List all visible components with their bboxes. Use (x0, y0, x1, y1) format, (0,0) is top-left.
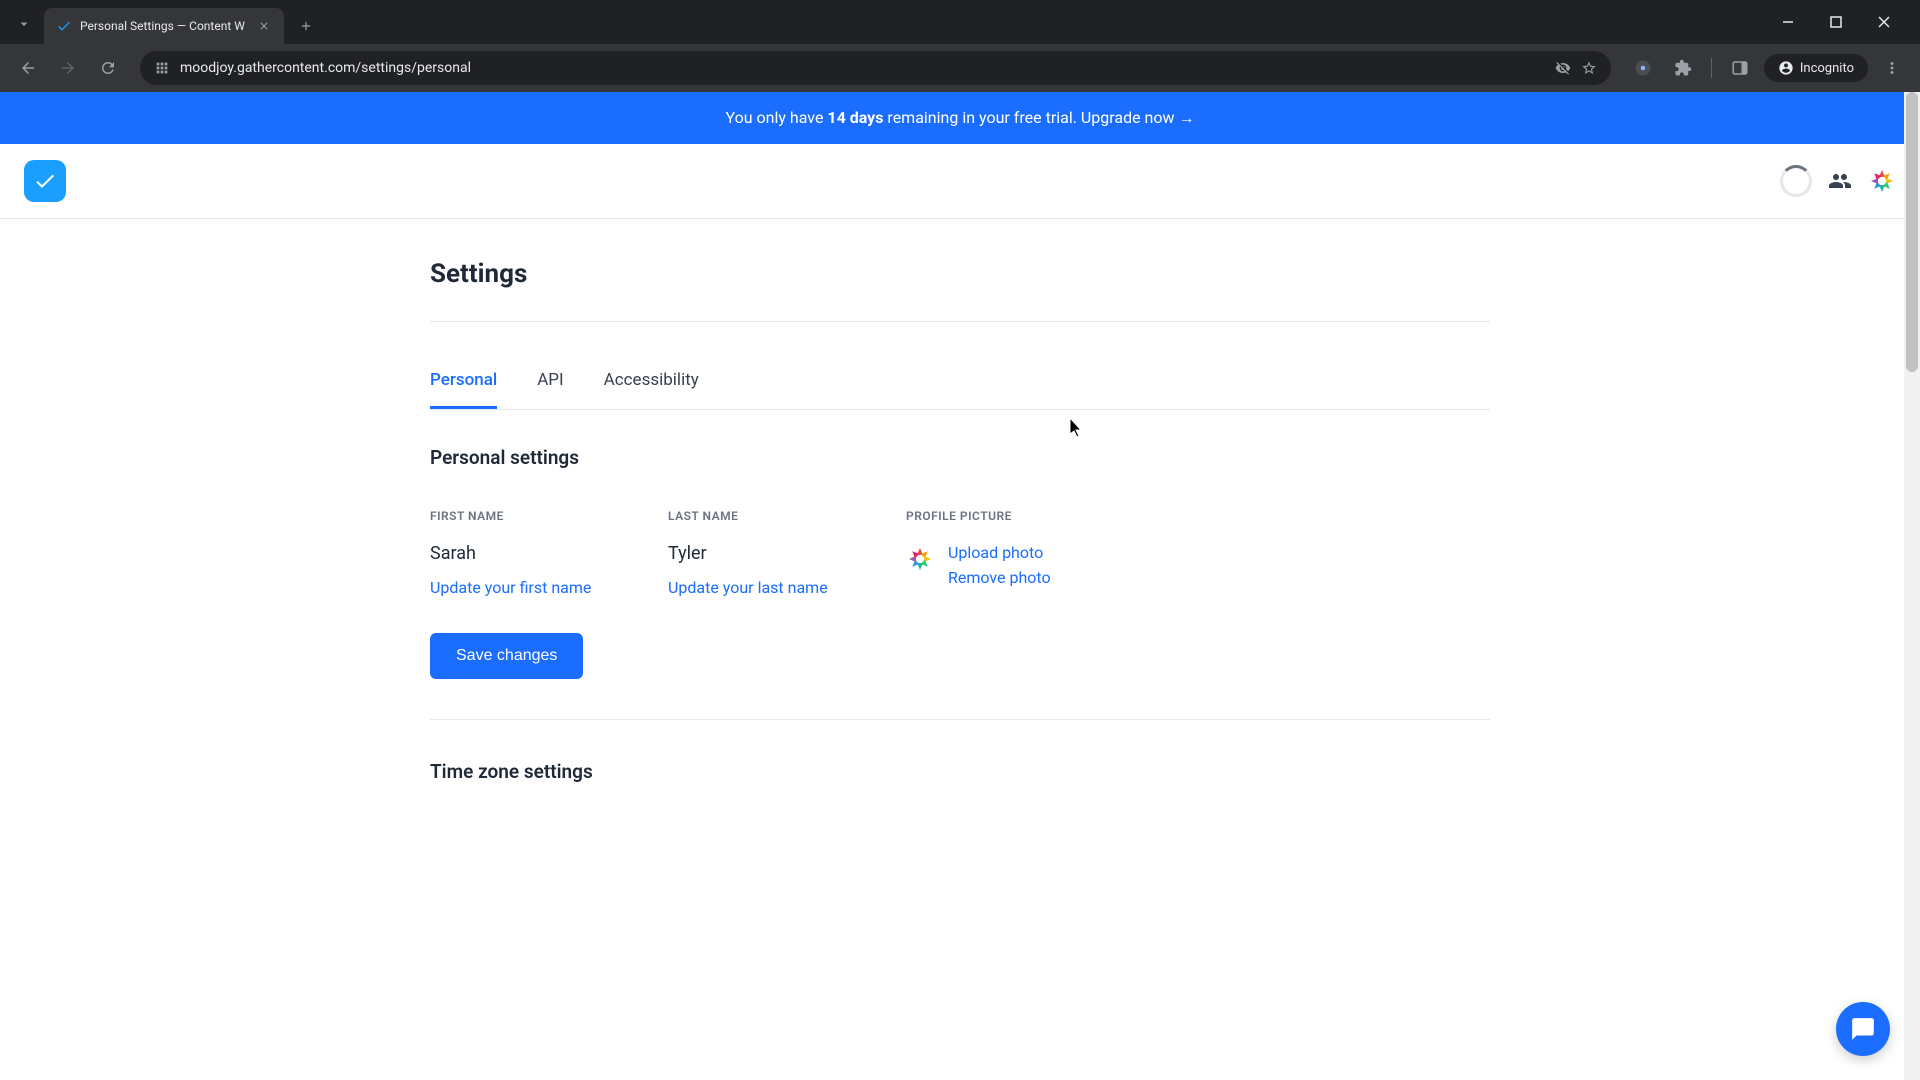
window-minimize-button[interactable] (1768, 8, 1808, 36)
window-controls (1768, 8, 1912, 36)
profile-picture-label: PROFILE PICTURE (906, 509, 1096, 523)
window-close-button[interactable] (1864, 8, 1904, 36)
people-icon[interactable] (1828, 169, 1852, 193)
eye-off-icon[interactable] (1555, 60, 1571, 76)
banner-suffix: remaining in your free trial. Upgrade no… (883, 108, 1194, 127)
header-actions (1780, 165, 1896, 197)
extensions-icon[interactable] (1667, 52, 1699, 84)
profile-picture-icon (906, 545, 934, 573)
first-name-value: Sarah (430, 543, 620, 564)
address-bar[interactable]: moodjoy.gathercontent.com/settings/perso… (140, 51, 1611, 85)
bookmark-star-icon[interactable] (1581, 60, 1597, 76)
personal-form-row: FIRST NAME Sarah Update your first name … (430, 509, 1490, 597)
loading-spinner-icon (1780, 165, 1812, 197)
browser-toolbar: moodjoy.gathercontent.com/settings/perso… (0, 44, 1920, 92)
remove-photo-link[interactable]: Remove photo (948, 568, 1051, 587)
site-settings-icon[interactable] (154, 60, 170, 76)
upload-photo-link[interactable]: Upload photo (948, 543, 1051, 562)
tab-search-dropdown[interactable] (8, 8, 40, 40)
content-area: Settings Personal API Accessibility Pers… (320, 219, 1600, 863)
first-name-label: FIRST NAME (430, 509, 620, 523)
incognito-badge[interactable]: Incognito (1764, 54, 1868, 82)
section-divider (430, 719, 1490, 720)
tab-personal[interactable]: Personal (430, 370, 497, 409)
settings-tabs: Personal API Accessibility (430, 370, 1490, 410)
nav-back-button[interactable] (12, 52, 44, 84)
scrollbar-thumb[interactable] (1906, 92, 1918, 372)
section-timezone-title: Time zone settings (430, 760, 1490, 783)
page-viewport: You only have 14 days remaining in your … (0, 92, 1920, 1080)
trial-banner[interactable]: You only have 14 days remaining in your … (0, 92, 1920, 144)
profile-picture-group: PROFILE PICTURE (906, 509, 1096, 597)
profile-icon[interactable] (1627, 52, 1659, 84)
tab-close-icon[interactable] (256, 18, 272, 34)
tab-favicon-icon (56, 18, 72, 34)
app-header (0, 144, 1920, 219)
nav-forward-button[interactable] (52, 52, 84, 84)
user-avatar-icon[interactable] (1868, 167, 1896, 195)
browser-tab-strip: Personal Settings — Content W (0, 0, 1920, 44)
browser-tab-active[interactable]: Personal Settings — Content W (44, 8, 284, 44)
sidepanel-icon[interactable] (1724, 52, 1756, 84)
page-title: Settings (430, 259, 1490, 289)
tab-accessibility[interactable]: Accessibility (604, 370, 699, 409)
section-personal-title: Personal settings (430, 446, 1490, 469)
tab-title: Personal Settings — Content W (80, 19, 248, 33)
nav-reload-button[interactable] (92, 52, 124, 84)
toolbar-divider (1711, 58, 1712, 78)
incognito-label: Incognito (1800, 61, 1854, 76)
last-name-value: Tyler (668, 543, 858, 564)
update-last-name-link[interactable]: Update your last name (668, 578, 828, 597)
save-changes-button[interactable]: Save changes (430, 633, 583, 679)
app-logo[interactable] (24, 160, 66, 202)
chat-widget-button[interactable] (1836, 1002, 1890, 1056)
first-name-group: FIRST NAME Sarah Update your first name (430, 509, 620, 597)
last-name-label: LAST NAME (668, 509, 858, 523)
window-maximize-button[interactable] (1816, 8, 1856, 36)
browser-menu-icon[interactable] (1876, 52, 1908, 84)
tab-api[interactable]: API (537, 370, 563, 409)
banner-prefix: You only have (725, 108, 827, 127)
address-url: moodjoy.gathercontent.com/settings/perso… (180, 60, 1545, 76)
new-tab-button[interactable] (292, 12, 320, 40)
scrollbar-track[interactable] (1904, 92, 1920, 1080)
banner-days: 14 days (827, 108, 883, 127)
title-divider (430, 321, 1490, 322)
update-first-name-link[interactable]: Update your first name (430, 578, 591, 597)
last-name-group: LAST NAME Tyler Update your last name (668, 509, 858, 597)
